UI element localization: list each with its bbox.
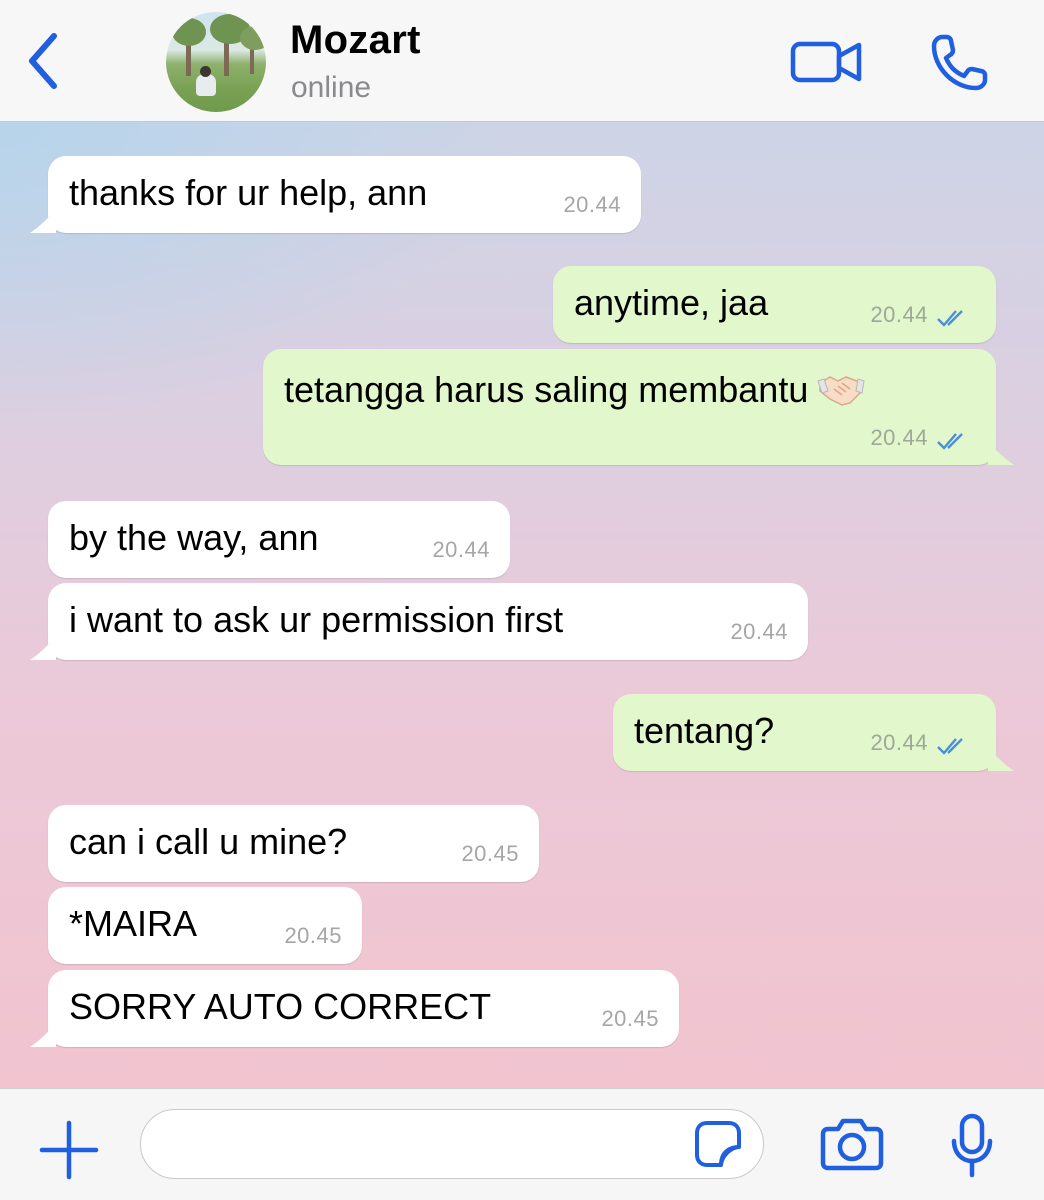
message-time: 20.45 [284,923,342,948]
message-bubble-incoming[interactable]: *MAIRA 20.45 [48,887,362,964]
phone-icon[interactable] [928,32,990,94]
input-bar [0,1088,1044,1200]
message-text: tentang? [634,710,775,751]
bubble-tail [30,209,56,233]
message-text: by the way, ann [69,517,319,558]
contact-name[interactable]: Mozart [290,18,421,63]
chat-header: Mozart online [0,0,1044,122]
bubble-tail [988,441,1014,465]
message-text-row: tetangga harus saling membantu [284,369,866,412]
contact-status: online [291,71,372,104]
message-input[interactable] [140,1109,764,1179]
message-text: tetangga harus saling membantu [284,369,809,410]
avatar[interactable] [166,12,266,112]
chat-area[interactable]: thanks for ur help, ann 20.44 anytime, j… [0,122,1044,1088]
message-bubble-incoming[interactable]: i want to ask ur permission first 20.44 [30,583,808,660]
message-bubble-outgoing[interactable]: tetangga harus saling membantu 20.44 [263,349,1014,465]
message-bubble-incoming[interactable]: by the way, ann 20.44 [48,501,510,578]
plus-icon[interactable] [38,1119,100,1181]
double-check-icon [937,738,963,755]
message-text: thanks for ur help, ann [69,172,428,213]
message-time: 20.44 [870,730,928,755]
message-text: SORRY AUTO CORRECT [69,986,492,1027]
handshake-icon [817,376,865,407]
message-time: 20.45 [461,841,519,866]
message-bubble-outgoing[interactable]: tentang? 20.44 [613,694,1014,771]
bubble-tail [30,636,56,660]
message-bubble-incoming[interactable]: can i call u mine? 20.45 [48,805,539,882]
double-check-icon [937,310,963,327]
video-camera-icon[interactable] [790,38,864,86]
bubble-tail [988,747,1014,771]
message-time: 20.45 [601,1006,659,1031]
double-check-icon [937,433,963,450]
message-bubble-incoming[interactable]: thanks for ur help, ann 20.44 [30,156,641,233]
sticker-icon[interactable] [693,1119,743,1169]
bubble-tail [30,1023,56,1047]
message-bubble-incoming[interactable]: SORRY AUTO CORRECT 20.45 [30,970,679,1047]
microphone-icon[interactable] [950,1113,994,1179]
message-time: 20.44 [870,425,928,450]
camera-icon[interactable] [820,1117,884,1171]
message-text: anytime, jaa [574,282,769,323]
message-bubble-outgoing[interactable]: anytime, jaa 20.44 [553,266,996,343]
message-time: 20.44 [870,302,928,327]
chevron-left-icon[interactable] [22,28,66,94]
message-time: 20.44 [563,192,621,217]
message-time: 20.44 [432,537,490,562]
message-text: *MAIRA [69,903,198,944]
message-text: i want to ask ur permission first [69,599,564,640]
message-time: 20.44 [730,619,788,644]
message-text: can i call u mine? [69,821,348,862]
